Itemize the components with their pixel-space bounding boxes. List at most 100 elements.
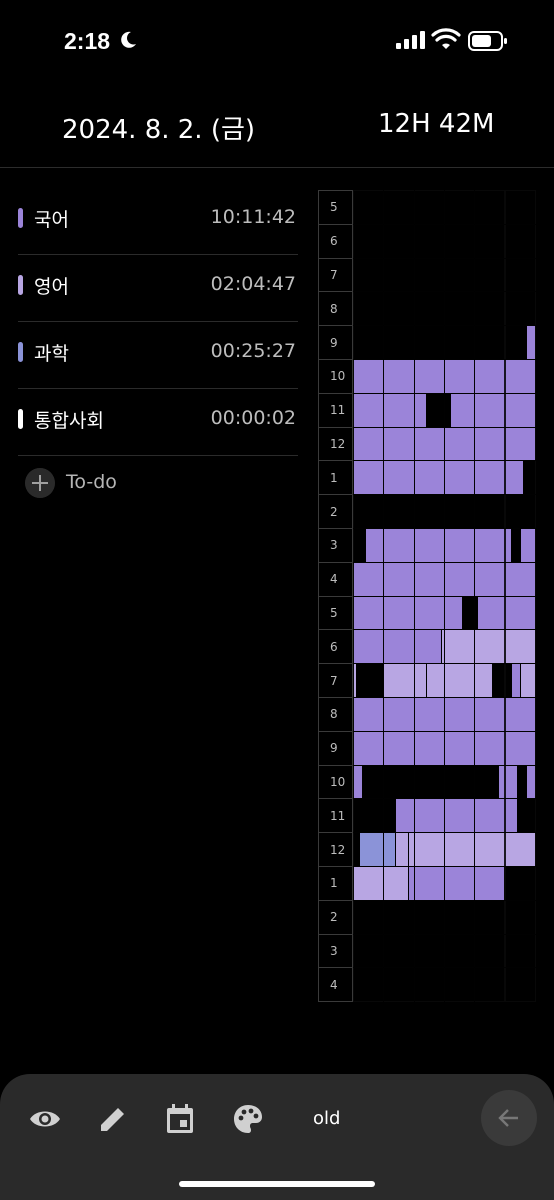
time-slot[interactable] <box>504 866 536 901</box>
time-slot[interactable] <box>353 257 385 293</box>
old-mode-button[interactable]: old <box>313 1108 340 1129</box>
time-slot[interactable] <box>383 325 415 360</box>
hour-label: 8 <box>318 291 353 327</box>
time-slot[interactable] <box>413 899 445 935</box>
moon-icon <box>121 31 136 48</box>
time-slot[interactable] <box>474 257 506 293</box>
time-slot[interactable] <box>413 967 445 1003</box>
arrow-left-icon <box>498 1109 518 1127</box>
study-block <box>366 529 511 562</box>
add-todo-button[interactable]: To-do <box>25 468 225 498</box>
time-slot[interactable] <box>474 325 506 360</box>
subject-color-bar <box>18 275 23 295</box>
time-slot[interactable] <box>353 291 385 327</box>
status-time: 2:18 <box>64 28 111 54</box>
hour-label: 1 <box>318 866 353 901</box>
time-slot[interactable] <box>413 291 445 327</box>
time-slot[interactable] <box>443 764 476 800</box>
time-slot[interactable] <box>413 190 445 225</box>
time-slot[interactable] <box>353 663 385 698</box>
eye-icon[interactable] <box>28 1102 62 1136</box>
date-header: 2024. 8. 2. (금) 12H 42M <box>0 95 554 165</box>
time-slot[interactable] <box>353 798 385 834</box>
study-block <box>354 867 408 900</box>
time-slot[interactable] <box>383 494 415 529</box>
subject-list: 국어 10:11:42 영어 02:04:47 과학 00:25:27 통합사회… <box>18 188 298 456</box>
time-slot[interactable] <box>413 223 445 259</box>
subject-item-social[interactable]: 통합사회 00:00:02 <box>18 389 298 456</box>
time-slot[interactable] <box>504 899 536 935</box>
home-indicator <box>179 1181 375 1187</box>
time-slot[interactable] <box>383 933 415 969</box>
time-slot[interactable] <box>353 325 385 360</box>
time-slot[interactable] <box>443 325 476 360</box>
subject-color-bar <box>18 208 23 228</box>
total-study-time: 12H 42M <box>378 109 495 139</box>
time-slot[interactable] <box>413 494 445 529</box>
time-slot[interactable] <box>504 933 536 969</box>
time-slot[interactable] <box>504 223 536 259</box>
time-slot[interactable] <box>353 933 385 969</box>
time-slot[interactable] <box>504 494 536 529</box>
study-block <box>408 867 444 900</box>
time-slot[interactable] <box>383 223 415 259</box>
subject-name: 과학 <box>34 343 69 365</box>
study-block <box>520 529 535 562</box>
hour-label: 8 <box>318 697 353 732</box>
time-slot[interactable] <box>353 494 385 529</box>
hour-label: 6 <box>318 223 353 259</box>
study-block <box>396 833 408 866</box>
time-slot[interactable] <box>443 933 476 969</box>
time-slot[interactable] <box>353 967 385 1003</box>
date-title[interactable]: 2024. 8. 2. (금) <box>62 109 255 146</box>
time-slot[interactable] <box>474 291 506 327</box>
study-block <box>354 630 441 664</box>
time-slot[interactable] <box>504 967 536 1003</box>
study-block <box>354 731 535 765</box>
time-slot[interactable] <box>443 291 476 327</box>
time-slot[interactable] <box>474 933 506 969</box>
time-slot[interactable] <box>504 190 536 225</box>
time-slot[interactable] <box>443 257 476 293</box>
subject-item-science[interactable]: 과학 00:25:27 <box>18 322 298 389</box>
palette-icon[interactable] <box>231 1102 265 1136</box>
time-slot[interactable] <box>383 257 415 293</box>
time-slot[interactable] <box>504 257 536 293</box>
hour-label: 12 <box>318 426 353 462</box>
timetable-grid[interactable]: 5 6 7 8 9 10 11 12 1 2 3 4 5 6 7 8 9 10 11 12 1 2 3 4 <box>318 190 538 1003</box>
hour-label: 5 <box>318 190 353 225</box>
time-slot[interactable] <box>443 494 476 529</box>
time-slot[interactable] <box>413 933 445 969</box>
time-slot[interactable] <box>474 190 506 225</box>
time-slot[interactable] <box>474 899 506 935</box>
back-button[interactable] <box>481 1090 537 1146</box>
time-slot[interactable] <box>383 899 415 935</box>
time-slot[interactable] <box>353 190 385 225</box>
study-block <box>354 765 363 799</box>
time-slot[interactable] <box>443 899 476 935</box>
pencil-icon[interactable] <box>96 1102 130 1136</box>
time-slot[interactable] <box>383 190 415 225</box>
time-slot[interactable] <box>413 257 445 293</box>
time-slot[interactable] <box>353 223 385 259</box>
calendar-icon[interactable] <box>163 1102 197 1136</box>
time-slot[interactable] <box>474 967 506 1003</box>
time-slot[interactable] <box>443 967 476 1003</box>
time-slot[interactable] <box>474 494 506 529</box>
plus-icon <box>25 468 55 498</box>
time-slot[interactable] <box>504 291 536 327</box>
subject-item-english[interactable]: 영어 02:04:47 <box>18 255 298 322</box>
time-slot[interactable] <box>383 764 415 800</box>
hour-label: 1 <box>318 460 353 496</box>
time-slot[interactable] <box>383 291 415 327</box>
time-slot[interactable] <box>443 190 476 225</box>
time-slot[interactable] <box>474 223 506 259</box>
time-slot[interactable] <box>413 325 445 360</box>
time-slot[interactable] <box>383 967 415 1003</box>
subject-name: 통합사회 <box>34 410 104 432</box>
time-slot[interactable] <box>443 223 476 259</box>
time-slot[interactable] <box>413 764 445 800</box>
subject-item-korean[interactable]: 국어 10:11:42 <box>18 188 298 255</box>
study-block <box>511 664 520 697</box>
time-slot[interactable] <box>353 899 385 935</box>
